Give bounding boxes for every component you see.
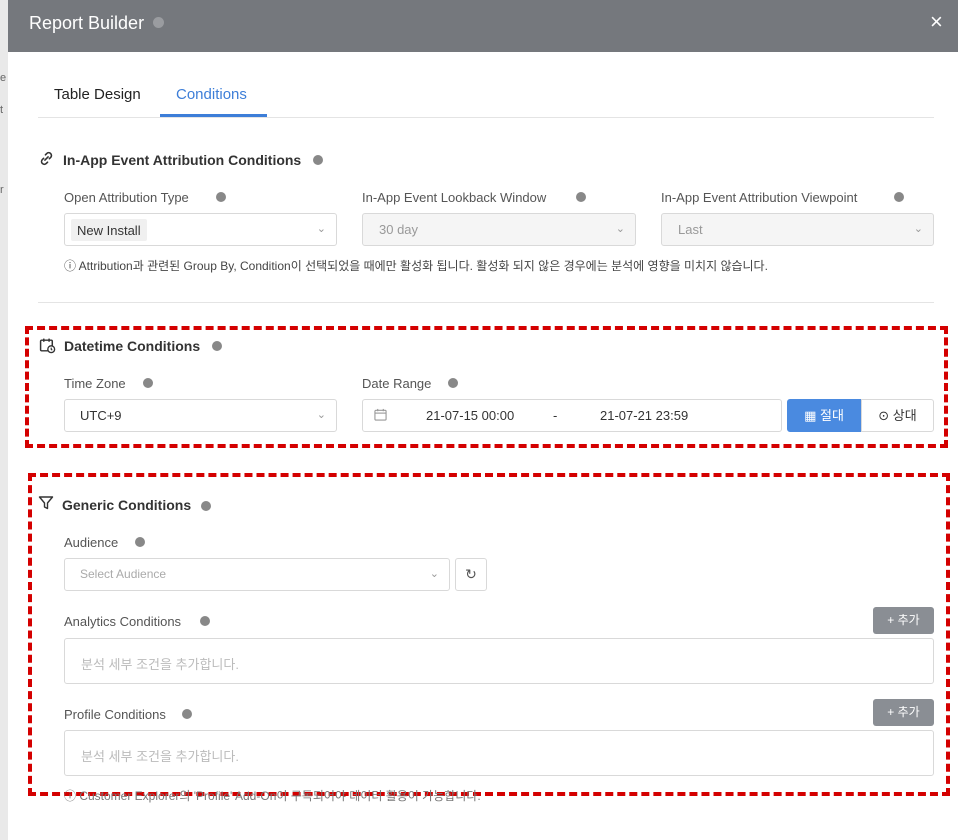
select-placeholder: Select Audience [80,567,167,581]
clock-icon: ⊙ [878,408,890,423]
background-text: e [0,72,7,84]
chevron-down-icon: ⌄ [429,568,439,580]
select-value: 30 day [379,222,419,237]
audience-select[interactable]: Select Audience ⌄ [64,558,450,591]
analytics-placeholder: 분석 세부 조건을 추가합니다. [81,657,239,672]
select-value: UTC+9 [80,408,122,423]
divider [38,302,934,303]
background-text: r [0,184,4,196]
section-title-datetime: Datetime Conditions [64,338,201,354]
calendar-icon: ▦ [804,408,817,423]
timezone-select[interactable]: UTC+9 ⌄ [64,399,337,432]
modal-header: Report Builder × [8,0,958,52]
info-icon [894,192,904,202]
background-text: t [0,104,4,116]
section-title-generic: Generic Conditions [62,497,192,513]
daterange-label: Date Range [362,376,432,391]
lookback-window-label: In-App Event Lookback Window [362,190,547,205]
tab-conditions[interactable]: Conditions [176,86,247,103]
tab-table-design[interactable]: Table Design [54,86,141,103]
attribution-viewpoint-label: In-App Event Attribution Viewpoint [661,190,858,205]
attribution-viewpoint-select[interactable]: Last ⌄ [661,213,934,246]
open-attribution-type-select[interactable]: New Install ⌄ [64,213,337,246]
profile-conditions-box[interactable]: 분석 세부 조건을 추가합니다. [64,730,934,776]
tab-bar: Table Design Conditions [38,78,934,118]
info-icon [153,17,164,28]
end-date[interactable]: 21-07-21 23:59 [600,408,688,423]
info-icon [216,192,226,202]
add-profile-condition-button[interactable]: + 추가 [873,699,934,726]
lookback-window-select[interactable]: 30 day ⌄ [362,213,636,246]
chevron-down-icon: ⌄ [316,223,326,235]
add-analytics-condition-button[interactable]: + 추가 [873,607,934,634]
profile-placeholder: 분석 세부 조건을 추가합니다. [81,749,239,764]
refresh-button[interactable]: ↻ [455,558,487,591]
info-icon [135,537,145,547]
profile-conditions-label: Profile Conditions [64,707,166,722]
filter-icon [38,496,54,510]
audience-label: Audience [64,535,119,550]
info-icon [576,192,586,202]
start-date[interactable]: 21-07-15 00:00 [426,408,514,423]
info-icon [448,378,458,388]
analytics-conditions-label: Analytics Conditions [64,614,182,629]
selected-tag: New Install [71,219,147,241]
active-tab-indicator [160,114,267,117]
relative-date-button[interactable]: ⊙ 상대 [861,399,934,432]
info-icon [200,616,210,626]
info-icon [201,501,211,511]
modal-title: Report Builder [29,13,145,33]
daterange-picker[interactable]: 21-07-15 00:00 - 21-07-21 23:59 [362,399,782,432]
select-value: Last [678,222,703,237]
close-icon[interactable]: × [930,10,943,34]
chevron-down-icon: ⌄ [913,223,923,235]
info-icon [313,155,323,165]
date-separator: - [553,408,558,423]
button-label: 상대 [892,408,917,423]
link-icon [40,151,53,166]
info-icon [143,378,153,388]
chevron-down-icon: ⌄ [316,409,326,421]
section-title-attribution: In-App Event Attribution Conditions [63,152,302,168]
absolute-date-button[interactable]: ▦ 절대 [787,399,861,432]
attribution-note: ⓘ Attribution과 관련된 Group By, Condition이 … [64,259,768,273]
refresh-icon: ↻ [465,566,477,582]
chevron-down-icon: ⌄ [615,223,625,235]
background-page: e t r [0,0,8,840]
profile-addon-note: ⓘ Customer Explorer의 'Profile' Add-On이 구… [64,789,481,803]
calendar-icon [374,408,387,421]
analytics-conditions-box[interactable]: 분석 세부 조건을 추가합니다. [64,638,934,684]
timezone-label: Time Zone [64,376,126,391]
info-icon [212,341,222,351]
open-attribution-type-label: Open Attribution Type [64,190,189,205]
calendar-clock-icon [39,338,56,354]
info-icon [182,709,192,719]
button-label: 절대 [820,408,844,423]
